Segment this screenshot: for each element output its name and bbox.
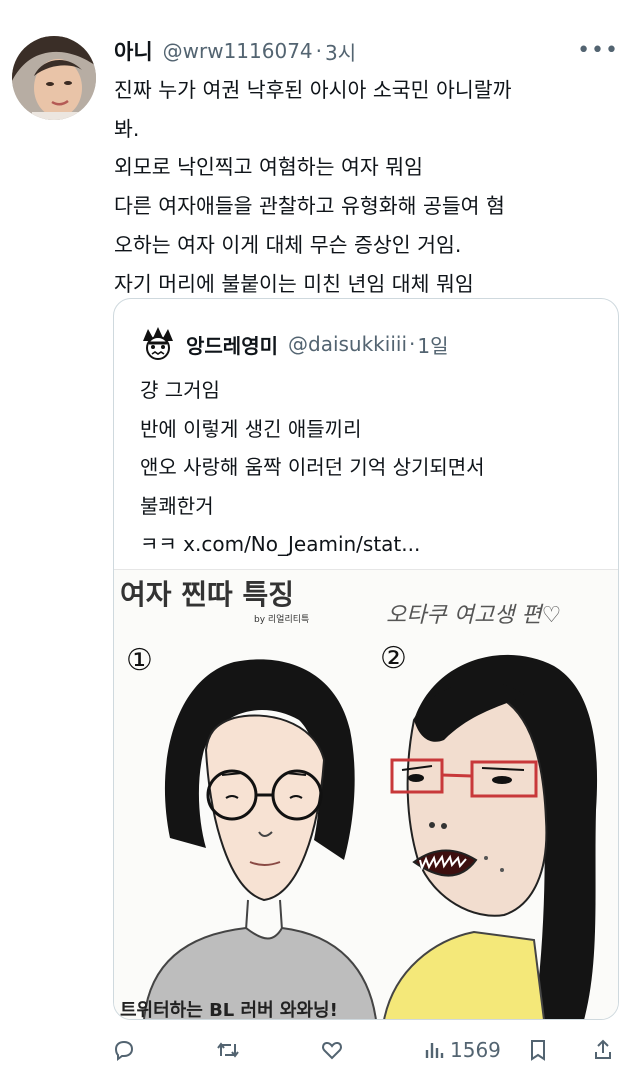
quoted-tweet-text: 걍 그거임 반에 이렇게 생긴 애들끼리 앤오 사랑해 움짝 이러던 기억 상기… [140, 371, 610, 564]
quoted-line: 걍 그거임 [140, 378, 220, 402]
tweet-header: 아니 @wrw1116074 · 3시 ••• [114, 36, 619, 66]
more-options-icon[interactable]: ••• [577, 38, 619, 63]
retweet-icon[interactable] [215, 1036, 241, 1064]
quoted-tweet-image[interactable]: 여자 찐따 특징 by 리얼리티특 ① ② 오타쿠 여고생 편♡ 트위터하는 B… [114, 569, 618, 1020]
bar-chart-icon [425, 1043, 444, 1058]
bookmark-icon[interactable] [527, 1036, 549, 1064]
share-icon[interactable] [592, 1036, 614, 1064]
cartoon-number-2: ② [380, 641, 407, 676]
cartoon-byline: by 리얼리티특 [254, 614, 309, 625]
quoted-line: 불쾌한거 [140, 493, 214, 518]
reply-icon[interactable] [112, 1036, 136, 1064]
tweet-action-bar: 1569 [0, 1030, 635, 1070]
quoted-link-line[interactable]: ㅋㅋ x.com/No_Jeamin/stat... [140, 525, 610, 564]
tweet-line: 다른 여자애들을 관찰하고 유형화해 공들여 혐 [114, 194, 505, 219]
quoted-tweet-header: 앙드레영미 @daisukkiiii · 1일 [140, 327, 448, 361]
tweet-line: 외모로 낙인찍고 여혐하는 여자 뭐임 [114, 155, 423, 180]
views-count: 1569 [450, 1038, 501, 1062]
cartoon-bottom-caption: 트위터하는 BL 러버 와와닝! [120, 1000, 338, 1020]
separator-dot: · [409, 332, 416, 356]
quoted-tweet-card[interactable]: 앙드레영미 @daisukkiiii · 1일 걍 그거임 반에 이렇게 생긴 … [113, 298, 619, 1020]
tweet-line: 오하는 여자 이게 대체 무슨 증상인 거임. [114, 232, 462, 257]
tweet-line: 봐. [114, 116, 140, 141]
views-button[interactable]: 1569 [423, 1036, 501, 1064]
quoted-tweet-time[interactable]: 1일 [417, 330, 448, 359]
cartoon-handwritten-caption: 오타쿠 여고생 편♡ [386, 603, 561, 628]
cartoon-figure-2 [383, 654, 598, 1019]
quoted-author-name[interactable]: 앙드레영미 [186, 330, 278, 359]
author-name[interactable]: 아니 [114, 36, 153, 66]
heart-icon[interactable] [320, 1036, 344, 1064]
tweet-time[interactable]: 3시 [325, 37, 356, 66]
quoted-line: 앤오 사랑해 움짝 이러던 기억 상기되면서 [140, 455, 485, 479]
quoted-line: 반에 이렇게 생긴 애들끼리 [140, 416, 362, 441]
cartoon-number-1: ① [126, 643, 153, 678]
tweet-text: 진짜 누가 여권 낙후된 아시아 소국민 아니랄까 봐. 외모로 낙인찍고 여혐… [114, 71, 619, 303]
tweet-line: 진짜 누가 여권 낙후된 아시아 소국민 아니랄까 [114, 78, 512, 102]
author-avatar[interactable] [12, 36, 96, 120]
author-handle[interactable]: @wrw1116074 [163, 39, 313, 63]
cartoon-figure-1 [143, 659, 377, 1019]
quoted-author-avatar[interactable] [140, 326, 176, 362]
cartoon-title: 여자 찐따 특징 [120, 578, 294, 611]
quoted-author-handle[interactable]: @daisukkiiii [288, 332, 407, 356]
separator-dot: · [315, 39, 323, 63]
